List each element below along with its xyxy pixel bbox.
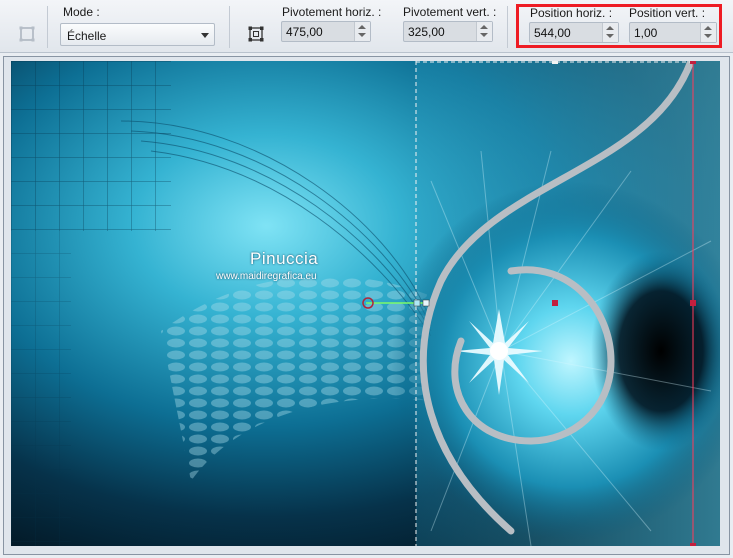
arrow-up-icon[interactable] — [480, 25, 488, 29]
arrow-up-icon[interactable] — [358, 25, 366, 29]
canvas-artwork — [11, 61, 720, 546]
pivot-vertical-stepper[interactable] — [476, 22, 492, 41]
highlight-box — [516, 4, 722, 48]
preset-icon[interactable] — [18, 25, 36, 43]
arrow-down-icon[interactable] — [480, 33, 488, 37]
pivot-vertical-label: Pivotement vert. : — [403, 5, 497, 19]
watermark-url: www.maidiregrafica.eu — [216, 271, 317, 282]
canvas-frame: Pinuccia www.maidiregrafica.eu — [3, 56, 730, 555]
pivot-vertical-input[interactable] — [404, 22, 478, 41]
pivot-horizontal-spinbox[interactable] — [281, 21, 371, 42]
tool-options-toolbar: Mode : Échelle Pivotement horiz. : Pivot… — [0, 0, 733, 53]
chevron-down-icon — [201, 33, 209, 38]
pivot-horizontal-stepper[interactable] — [354, 22, 370, 41]
mode-dropdown[interactable]: Échelle — [60, 23, 215, 46]
pivot-horizontal-input[interactable] — [282, 22, 356, 41]
mode-value: Échelle — [67, 29, 107, 43]
separator — [47, 6, 48, 48]
watermark-title: Pinuccia — [250, 249, 319, 268]
image-canvas[interactable]: Pinuccia www.maidiregrafica.eu — [11, 61, 720, 546]
separator — [507, 6, 508, 48]
mode-label: Mode : — [63, 5, 100, 19]
pivot-vertical-spinbox[interactable] — [403, 21, 493, 42]
reset-transform-icon[interactable] — [247, 25, 265, 43]
arrow-down-icon[interactable] — [358, 33, 366, 37]
pivot-horizontal-label: Pivotement horiz. : — [282, 5, 382, 19]
separator — [229, 6, 230, 48]
